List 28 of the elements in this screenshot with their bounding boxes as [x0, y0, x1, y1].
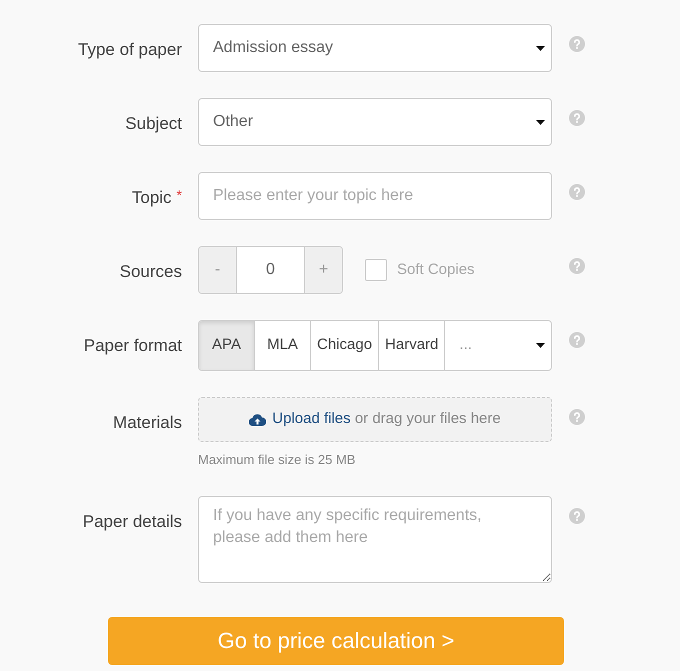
select-field[interactable]: Other — [198, 98, 552, 146]
required-mark: * — [176, 186, 182, 205]
upload-dropzone[interactable]: Upload files or drag your files here — [198, 397, 552, 442]
sources-value-field[interactable]: 0 — [236, 247, 305, 293]
help-icon[interactable] — [569, 36, 585, 52]
field-label: Paper details — [82, 510, 182, 532]
field-label: Paper format — [84, 335, 182, 357]
checkbox-label: Soft Copies — [397, 260, 475, 280]
help-icon[interactable] — [569, 332, 585, 348]
caret-icon — [536, 46, 545, 50]
upload-files-link[interactable]: Upload files — [272, 410, 351, 428]
help-icon[interactable] — [569, 184, 585, 200]
field-label: Type of paper — [78, 39, 182, 61]
cloud-upload-icon — [249, 414, 266, 426]
select-field[interactable]: Admission essay — [198, 24, 552, 72]
caret-icon — [536, 120, 545, 124]
drag-hint: or drag your files here — [354, 410, 501, 428]
file-size-note: Maximum file size is 25 MB — [198, 451, 356, 469]
help-icon[interactable] — [569, 258, 585, 274]
paper-details-field[interactable]: If you have any specific requirements, please add them here — [198, 496, 552, 582]
field-label: Subject — [125, 113, 182, 135]
help-icon[interactable] — [569, 409, 585, 425]
field-label: Topic — [132, 187, 172, 209]
topic-input-field[interactable]: Please enter your topic here — [198, 172, 552, 220]
help-icon[interactable] — [569, 508, 585, 524]
help-icon[interactable] — [569, 110, 585, 126]
field-label: Materials — [113, 412, 182, 434]
field-label: Sources — [120, 261, 182, 283]
